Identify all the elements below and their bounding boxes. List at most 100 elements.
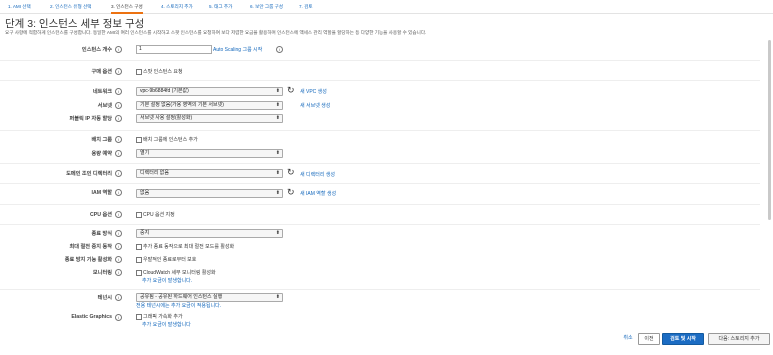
info-icon[interactable]: i (115, 243, 122, 250)
info-icon[interactable]: i (115, 68, 122, 75)
purchase-option-label: 구매 옵션 (91, 69, 112, 75)
refresh-icon[interactable]: ↻ (287, 188, 295, 197)
checkbox-box[interactable] (136, 211, 142, 218)
step-security-group[interactable]: 6. 보안 그룹 구성 (250, 4, 283, 10)
step-review[interactable]: 7. 검토 (299, 4, 313, 10)
row-termination-protection: 종료 방지 기능 활성화 i 우발적인 종료로부터 보호 (0, 252, 760, 265)
domain-directory-label: 도메인 조인 디렉터리 (66, 171, 112, 177)
capacity-reservation-select[interactable]: 열기 ⬍ (136, 149, 283, 158)
public-ip-select[interactable]: 서브넷 사용 설정(활성화) ⬍ (136, 114, 283, 123)
row-network: 네트워크 i vpc-9b6884fd (기본값) ⬍ ↻ 새 VPC 생성 (0, 80, 760, 99)
create-iam-role-link[interactable]: 새 IAM 역할 생성 (300, 190, 336, 197)
spot-instance-checkbox[interactable]: 스팟 인스턴스 요청 (136, 68, 183, 75)
row-stop-hibernate: 최대 절전 중지 동작 i 추가 종료 동작으로 최대 절전 모드를 활성화 (0, 239, 760, 252)
row-monitoring: 모니터링 i CloudWatch 세부 모니터링 활성화 추가 요금이 발생합… (0, 265, 760, 287)
checkbox-box[interactable] (136, 68, 142, 75)
info-icon[interactable]: i (115, 136, 122, 143)
termination-protection-label: 종료 방지 기능 활성화 (64, 257, 112, 263)
iam-role-select[interactable]: 없음 ⬍ (136, 189, 283, 198)
checkbox-box[interactable] (136, 243, 142, 250)
subnet-label: 서브넷 (97, 103, 112, 109)
info-icon[interactable]: i (276, 46, 283, 53)
create-vpc-link[interactable]: 새 VPC 생성 (300, 88, 327, 95)
info-icon[interactable]: i (115, 230, 122, 237)
wizard-steps: 1. AMI 선택 2. 인스턴스 유형 선택 3. 인스턴스 구성 4. 스토… (0, 0, 773, 14)
cancel-button[interactable]: 취소 (621, 333, 635, 343)
select-caret-icon: ⬍ (275, 230, 280, 236)
shutdown-behavior-select[interactable]: 중지 ⬍ (136, 229, 283, 238)
stop-hibernate-checkbox[interactable]: 추가 종료 동작으로 최대 절전 모드를 활성화 (136, 243, 234, 250)
checkbox-box[interactable] (136, 269, 142, 276)
iam-role-select-value: 없음 (140, 190, 150, 196)
create-directory-link[interactable]: 새 디렉터리 생성 (300, 171, 335, 178)
info-icon[interactable]: i (115, 294, 122, 301)
scrollbar[interactable] (768, 40, 771, 220)
monitoring-checkbox[interactable]: CloudWatch 세부 모니터링 활성화 (136, 269, 216, 276)
tenancy-note: 전용 테넌시에는 추가 요금이 적용됩니다. (136, 303, 222, 309)
checkbox-box[interactable] (136, 313, 142, 320)
step-ami[interactable]: 1. AMI 선택 (8, 4, 31, 10)
termination-protection-checkbox[interactable]: 우발적인 종료로부터 보호 (136, 256, 196, 263)
info-icon[interactable]: i (115, 46, 122, 53)
step-storage[interactable]: 4. 스토리지 추가 (161, 4, 193, 10)
domain-directory-select-value: 디렉터리 없음 (140, 170, 169, 176)
elastic-graphics-note: 추가 요금이 발생합니다 (142, 322, 191, 328)
placement-group-checkbox[interactable]: 배치 그룹에 인스턴스 추가 (136, 136, 198, 143)
shutdown-behavior-label: 종료 방식 (91, 231, 112, 237)
info-icon[interactable]: i (115, 102, 122, 109)
tenancy-select[interactable]: 공유됨 - 공유된 하드웨어 인스턴스 실행 ⬍ (136, 293, 283, 302)
info-icon[interactable]: i (115, 189, 122, 196)
shutdown-behavior-select-value: 중지 (140, 230, 150, 236)
select-caret-icon: ⬍ (275, 170, 280, 176)
step-instance-type[interactable]: 2. 인스턴스 유형 선택 (50, 4, 91, 10)
page-description: 요구 사항에 적합하게 인스턴스를 구성합니다. 동일한 AMI의 여러 인스턴… (5, 30, 427, 35)
info-icon[interactable]: i (115, 150, 122, 157)
subnet-select-value: 기본 설정 없음(가용 영역의 기본 서브넷) (140, 102, 224, 108)
previous-button[interactable]: 이전 (638, 333, 660, 345)
network-select[interactable]: vpc-9b6884fd (기본값) ⬍ (136, 87, 283, 96)
domain-directory-select[interactable]: 디렉터리 없음 ⬍ (136, 169, 283, 178)
cpu-options-label: CPU 옵션 (90, 212, 112, 218)
capacity-reservation-label: 용량 예약 (91, 151, 112, 157)
checkbox-box[interactable] (136, 256, 142, 263)
instance-count-input[interactable]: 1 (136, 45, 212, 54)
review-and-launch-button[interactable]: 검토 및 시작 (662, 333, 704, 345)
row-public-ip: 퍼블릭 IP 자동 할당 i 서브넷 사용 설정(활성화) ⬍ (0, 111, 760, 125)
refresh-icon[interactable]: ↻ (287, 168, 295, 177)
next-add-storage-button[interactable]: 다음: 스토리지 추가 (708, 333, 770, 345)
select-caret-icon: ⬍ (275, 190, 280, 196)
row-cpu-options: CPU 옵션 i CPU 옵션 지정 (0, 204, 760, 223)
elastic-graphics-label: Elastic Graphics (71, 314, 112, 320)
stop-hibernate-checkbox-label: 추가 종료 동작으로 최대 절전 모드를 활성화 (143, 244, 235, 250)
cpu-options-checkbox[interactable]: CPU 옵션 지정 (136, 211, 175, 218)
info-icon[interactable]: i (115, 115, 122, 122)
info-icon[interactable]: i (115, 256, 122, 263)
step-tags[interactable]: 5. 태그 추가 (209, 4, 232, 10)
page-title: 단계 3: 인스턴스 세부 정보 구성 (5, 18, 145, 30)
info-icon[interactable]: i (115, 211, 122, 218)
checkbox-box[interactable] (136, 136, 142, 143)
row-placement-group: 배치 그룹 i 배치 그룹에 인스턴스 추가 (0, 130, 760, 145)
info-icon[interactable]: i (115, 269, 122, 276)
select-caret-icon: ⬍ (275, 88, 280, 94)
refresh-icon[interactable]: ↻ (287, 86, 295, 95)
monitoring-note: 추가 요금이 발생합니다. (142, 278, 193, 284)
row-shutdown-behavior: 종료 방식 i 중지 ⬍ (0, 224, 760, 239)
auto-scaling-link[interactable]: Auto Scaling 그룹 시작 (213, 46, 262, 53)
tenancy-label: 테넌시 (97, 295, 112, 301)
info-icon[interactable]: i (115, 314, 122, 321)
info-icon[interactable]: i (115, 88, 122, 95)
info-icon[interactable]: i (115, 170, 122, 177)
spot-instance-checkbox-label: 스팟 인스턴스 요청 (143, 69, 183, 75)
public-ip-select-value: 서브넷 사용 설정(활성화) (140, 115, 193, 121)
select-caret-icon: ⬍ (275, 115, 280, 121)
row-tenancy: 테넌시 i 공유됨 - 공유된 하드웨어 인스턴스 실행 ⬍ 전용 테넌시에는 추… (0, 289, 760, 310)
step-configure-instance[interactable]: 3. 인스턴스 구성 (111, 4, 143, 14)
subnet-select[interactable]: 기본 설정 없음(가용 영역의 기본 서브넷) ⬍ (136, 101, 283, 110)
placement-group-label: 배치 그룹 (91, 137, 112, 143)
tenancy-select-value: 공유됨 - 공유된 하드웨어 인스턴스 실행 (140, 294, 223, 300)
elastic-graphics-checkbox[interactable]: 그래픽 가속화 추가 (136, 313, 183, 320)
create-subnet-link[interactable]: 새 서브넷 생성 (300, 102, 330, 109)
cpu-options-checkbox-label: CPU 옵션 지정 (143, 212, 175, 218)
row-instance-count: 인스턴스 개수 i 1 Auto Scaling 그룹 시작 i (0, 42, 760, 58)
